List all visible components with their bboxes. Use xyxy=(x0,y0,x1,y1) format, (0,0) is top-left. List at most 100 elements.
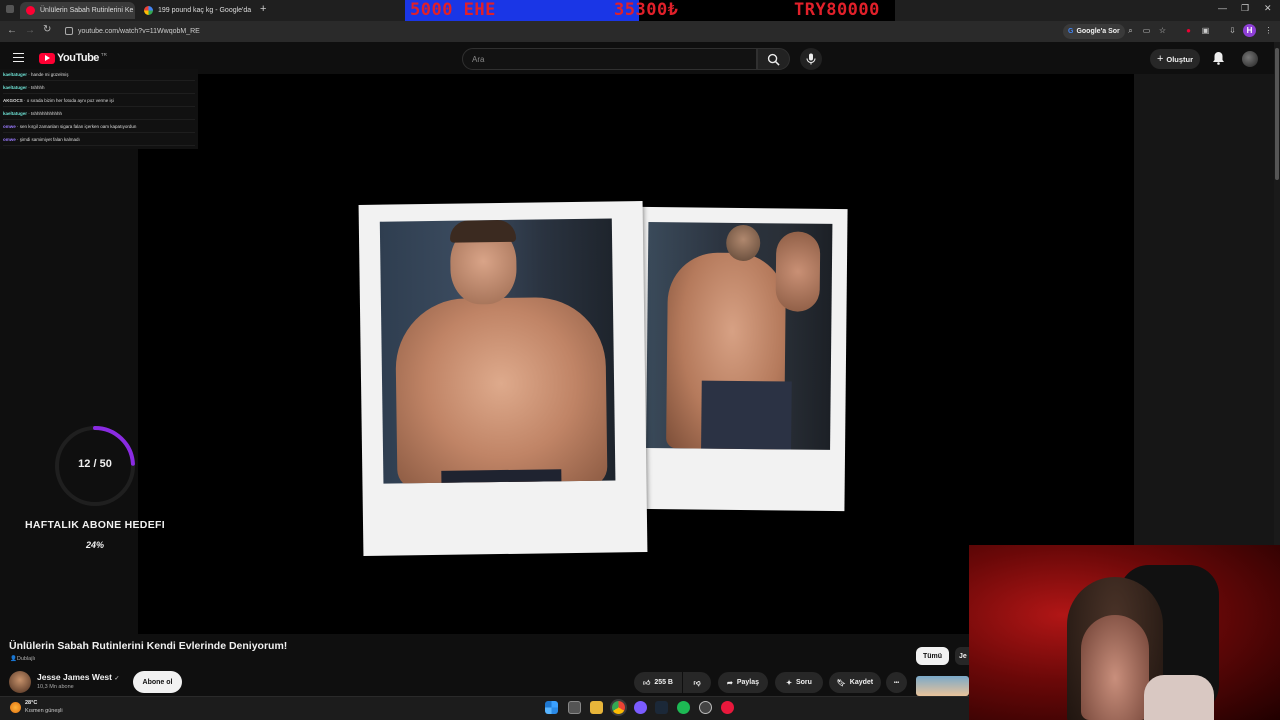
chat-text: o sırada bizim her fotoda aynı poz verme… xyxy=(26,98,114,103)
chat-username: omwe xyxy=(3,124,16,129)
polaroid-photo-right xyxy=(638,206,848,512)
bookmark-icon: 🔖︎ xyxy=(836,679,846,687)
windows-start-icon[interactable] xyxy=(545,701,558,714)
chat-text: hande mi güzelmiş xyxy=(31,72,69,77)
polaroid-photo-left xyxy=(358,201,648,556)
chat-message: kaeltatuger · hande mi güzelmiş xyxy=(3,69,195,81)
tab-google[interactable]: 199 pound kaç kg - Google'da ✕ xyxy=(138,2,253,19)
stream-chat-overlay: kaeltatuger · hande mi güzelmiş kaeltatu… xyxy=(0,69,198,149)
chip-all[interactable]: Tümü xyxy=(916,647,949,665)
notifications-bell-icon[interactable] xyxy=(1212,51,1225,70)
site-info-icon[interactable] xyxy=(65,27,73,35)
zoom-icon[interactable]: ⌕ xyxy=(1124,24,1137,37)
extensions-puzzle-icon[interactable]: ▣ xyxy=(1199,24,1212,37)
chat-username: omwe xyxy=(3,137,16,142)
youtube-logo-text: YouTube xyxy=(57,52,99,64)
youtube-logo[interactable]: YouTube TR xyxy=(39,52,107,64)
account-avatar[interactable] xyxy=(1242,51,1258,67)
hamburger-menu-icon[interactable] xyxy=(13,53,24,62)
channel-avatar[interactable] xyxy=(9,671,31,693)
address-bar[interactable]: youtube.com/watch?v=11WwqobM_RE xyxy=(60,24,1050,39)
overlay-mid-text: 35300₺ xyxy=(614,0,679,20)
minimize-icon[interactable]: — xyxy=(1218,3,1227,13)
obs-icon[interactable] xyxy=(699,701,712,714)
google-sor-label: Google'a Sor xyxy=(1076,28,1120,35)
file-explorer-icon[interactable] xyxy=(590,701,603,714)
close-window-icon[interactable]: ✕ xyxy=(1264,3,1272,14)
chat-message: kaeltatuger · tshhhh xyxy=(3,82,195,94)
downloads-icon[interactable]: ⇩ xyxy=(1226,24,1239,37)
chat-message: AKGOCS · o sırada bizim her fotoda aynı … xyxy=(3,95,195,107)
search-button[interactable] xyxy=(757,48,790,70)
more-actions-button[interactable]: ••• xyxy=(886,672,907,693)
dubbed-icon: 👤 xyxy=(10,656,17,662)
tab-actions-icon[interactable] xyxy=(6,5,14,13)
voice-search-button[interactable] xyxy=(800,48,822,70)
chrome-icon[interactable] xyxy=(612,701,625,714)
discord-icon[interactable] xyxy=(634,701,647,714)
tab-title: 199 pound kaç kg - Google'da xyxy=(158,7,252,14)
reload-icon[interactable]: ↻ xyxy=(43,24,51,35)
google-sor-button[interactable]: G Google'a Sor xyxy=(1063,24,1125,39)
forward-icon[interactable]: → xyxy=(25,25,35,36)
dislike-button[interactable]: 👎︎ xyxy=(683,672,711,693)
chat-text: tshhhh xyxy=(31,85,45,90)
share-button[interactable]: ➦ Paylaş xyxy=(718,672,768,693)
ask-label: Soru xyxy=(795,679,812,686)
temperature: 28°C xyxy=(25,700,38,706)
share-label: Paylaş xyxy=(736,679,760,686)
browser-menu-icon[interactable]: ⋮ xyxy=(1262,24,1275,37)
create-button[interactable]: + Oluştur xyxy=(1150,49,1200,69)
create-label: Oluştur xyxy=(1166,54,1194,64)
weather-condition: Kısmen güneşli xyxy=(25,708,63,714)
channel-name[interactable]: Jesse James West ✓ xyxy=(37,672,119,682)
google-g-icon: G xyxy=(1068,28,1074,35)
subscribe-button[interactable]: Abone ol xyxy=(133,671,182,693)
tab-youtube[interactable]: Ünlülerin Sabah Rutinlerini Ke ✕ xyxy=(20,2,135,19)
extension-icon[interactable]: ● xyxy=(1182,24,1195,37)
youtube-play-logo-icon xyxy=(39,52,55,64)
spotify-icon[interactable] xyxy=(677,701,690,714)
save-button[interactable]: 🔖︎ Kaydet xyxy=(829,672,881,693)
plus-icon: + xyxy=(1156,53,1164,65)
secondary-panel xyxy=(1134,74,1274,554)
new-tab-button[interactable]: + xyxy=(260,3,266,15)
goal-title: HAFTALIK ABONE HEDEFI xyxy=(25,519,165,531)
back-icon[interactable]: ← xyxy=(7,25,17,36)
thumbs-down-icon: 👎︎ xyxy=(693,680,701,687)
chat-username: kaeltatuger xyxy=(3,85,28,90)
chat-text: sen kırgil zamanları sigara falan içerke… xyxy=(19,124,137,129)
chat-message: omwe · sen kırgil zamanları sigara falan… xyxy=(3,121,195,133)
subscriber-count: 10,3 Mn abone xyxy=(37,684,74,690)
chat-username: AKGOCS xyxy=(3,98,23,103)
goal-percent: 24% xyxy=(85,540,104,550)
overlay-left-text: 5000 EHE xyxy=(410,0,496,20)
chip-channel[interactable]: Je xyxy=(955,647,969,665)
opera-icon[interactable] xyxy=(721,701,734,714)
search-input[interactable]: Ara xyxy=(462,48,757,70)
front-pose-photo xyxy=(379,218,616,484)
ask-button[interactable]: ✦ Soru xyxy=(775,672,823,693)
share-icon: ➦ xyxy=(726,679,733,687)
like-button[interactable]: 👍︎ 255 B xyxy=(634,672,682,693)
restore-icon[interactable]: ❐ xyxy=(1241,3,1249,14)
task-view-icon[interactable] xyxy=(568,701,581,714)
chat-username: kaeltatuger xyxy=(3,111,28,116)
url-text: youtube.com/watch?v=11WwqobM_RE xyxy=(78,28,200,35)
channel-name-text: Jesse James West xyxy=(37,672,112,682)
microphone-icon xyxy=(806,53,816,65)
scrollbar-thumb[interactable] xyxy=(1275,48,1279,180)
weather-sun-icon[interactable] xyxy=(10,702,21,713)
overlay-right-text: TRY80000 xyxy=(794,0,880,20)
chat-message: omwe · şimdi samimiyet falan kalmadı xyxy=(3,134,195,146)
steam-icon[interactable] xyxy=(655,701,668,714)
like-count: 255 B xyxy=(654,679,673,686)
bookmark-star-icon[interactable]: ☆ xyxy=(1156,24,1169,37)
profile-avatar[interactable]: H xyxy=(1243,24,1256,37)
thumbs-up-icon: 👍︎ xyxy=(642,680,651,687)
verified-icon: ✓ xyxy=(114,676,120,682)
back-flex-photo xyxy=(646,222,833,450)
cast-icon[interactable]: ▭ xyxy=(1140,24,1153,37)
recommended-thumbnail[interactable] xyxy=(916,676,969,696)
chat-text: şimdi samimiyet falan kalmadı xyxy=(19,137,80,142)
